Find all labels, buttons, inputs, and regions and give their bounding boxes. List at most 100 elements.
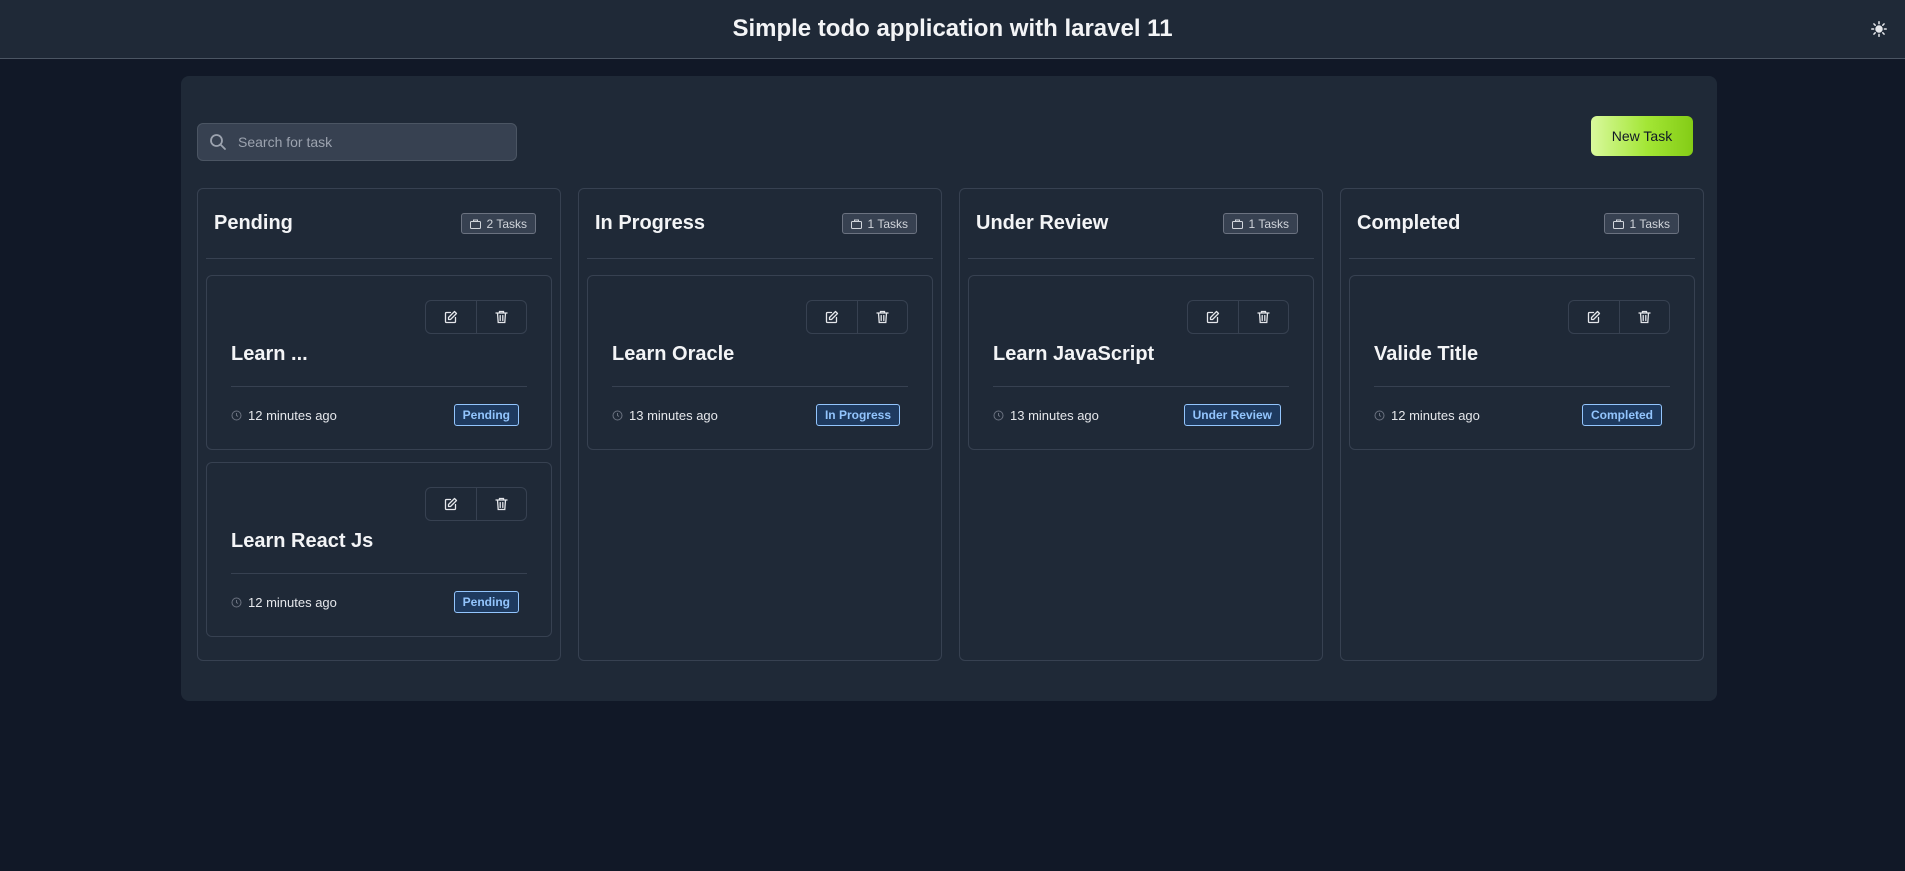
edit-button[interactable] <box>1569 301 1619 333</box>
task-board: New Task Pending 2 Tasks Learn ... <box>181 76 1717 701</box>
divider <box>231 386 527 387</box>
delete-button[interactable] <box>476 488 526 520</box>
column-in-progress: In Progress 1 Tasks Learn Oracle 13 minu… <box>578 188 942 661</box>
delete-button[interactable] <box>1619 301 1669 333</box>
delete-button[interactable] <box>1238 301 1288 333</box>
card-list: Valide Title 12 minutes ago Completed <box>1349 259 1695 450</box>
trash-icon <box>1257 310 1270 324</box>
new-task-button[interactable]: New Task <box>1591 116 1693 156</box>
briefcase-icon <box>1612 219 1624 229</box>
delete-button[interactable] <box>857 301 907 333</box>
task-title: Learn React Js <box>231 530 374 552</box>
theme-toggle-button[interactable] <box>1867 17 1891 41</box>
briefcase-icon <box>469 219 481 229</box>
task-title: Learn ... <box>231 343 308 365</box>
edit-button[interactable] <box>426 488 476 520</box>
task-card[interactable]: Learn ... 12 minutes ago Pending <box>206 275 552 450</box>
card-actions <box>806 300 908 334</box>
timestamp-text: 13 minutes ago <box>1010 407 1099 423</box>
edit-button[interactable] <box>1188 301 1238 333</box>
search-input[interactable] <box>238 124 516 160</box>
status-badge: Pending <box>453 591 519 613</box>
sun-icon <box>1871 21 1887 37</box>
card-footer: 12 minutes ago Pending <box>231 404 519 426</box>
task-count-text: 1 Tasks <box>1248 216 1289 231</box>
column-completed: Completed 1 Tasks Valide Title 12 minute… <box>1340 188 1704 661</box>
task-count-badge: 1 Tasks <box>841 213 917 234</box>
timestamp: 12 minutes ago <box>231 595 337 610</box>
card-footer: 13 minutes ago Under Review <box>993 404 1281 426</box>
card-footer: 12 minutes ago Pending <box>231 591 519 613</box>
edit-icon <box>444 497 458 511</box>
edit-icon <box>1587 310 1601 324</box>
columns-container: Pending 2 Tasks Learn ... 12 minutes ago… <box>197 188 1704 661</box>
card-actions <box>425 300 527 334</box>
column-title: In Progress <box>595 212 706 234</box>
task-count-badge: 1 Tasks <box>1603 213 1679 234</box>
edit-icon <box>1206 310 1220 324</box>
column-pending: Pending 2 Tasks Learn ... 12 minutes ago… <box>197 188 561 661</box>
timestamp-text: 13 minutes ago <box>629 407 718 423</box>
column-title: Pending <box>214 212 293 234</box>
search-icon <box>198 124 238 160</box>
card-list: Learn JavaScript 13 minutes ago Under Re… <box>968 259 1314 450</box>
column-title: Completed <box>1357 212 1461 234</box>
card-list: Learn ... 12 minutes ago Pending Learn R… <box>206 259 552 637</box>
task-card[interactable]: Valide Title 12 minutes ago Completed <box>1349 275 1695 450</box>
task-count-badge: 2 Tasks <box>460 213 536 234</box>
card-footer: 12 minutes ago Completed <box>1374 404 1662 426</box>
trash-icon <box>1638 310 1651 324</box>
timestamp-text: 12 minutes ago <box>248 407 337 423</box>
task-card[interactable]: Learn React Js 12 minutes ago Pending <box>206 462 552 637</box>
search-box <box>197 123 517 161</box>
divider <box>231 573 527 574</box>
clock-icon <box>612 410 623 420</box>
trash-icon <box>495 497 508 511</box>
trash-icon <box>876 310 889 324</box>
task-title: Valide Title <box>1374 343 1479 365</box>
page-title: Simple todo application with laravel 11 <box>732 15 1173 42</box>
column-header: Completed 1 Tasks <box>1349 189 1695 259</box>
column-under-review: Under Review 1 Tasks Learn JavaScript 13… <box>959 188 1323 661</box>
briefcase-icon <box>1231 219 1243 229</box>
column-header: In Progress 1 Tasks <box>587 189 933 259</box>
status-badge: Completed <box>1581 404 1662 426</box>
task-count-badge: 1 Tasks <box>1222 213 1298 234</box>
clock-icon <box>231 597 242 607</box>
card-actions <box>425 487 527 521</box>
divider <box>1374 386 1670 387</box>
task-title: Learn Oracle <box>612 343 735 365</box>
card-actions <box>1568 300 1670 334</box>
clock-icon <box>993 410 1004 420</box>
task-card[interactable]: Learn Oracle 13 minutes ago In Progress <box>587 275 933 450</box>
timestamp-text: 12 minutes ago <box>248 594 337 610</box>
edit-button[interactable] <box>426 301 476 333</box>
column-header: Pending 2 Tasks <box>206 189 552 259</box>
column-header: Under Review 1 Tasks <box>968 189 1314 259</box>
timestamp: 12 minutes ago <box>1374 408 1480 423</box>
column-title: Under Review <box>976 212 1109 234</box>
status-badge: Under Review <box>1183 404 1281 426</box>
briefcase-icon <box>850 219 862 229</box>
timestamp: 13 minutes ago <box>993 408 1099 423</box>
timestamp: 12 minutes ago <box>231 408 337 423</box>
status-badge: Pending <box>453 404 519 426</box>
task-count-text: 2 Tasks <box>486 216 527 231</box>
edit-icon <box>825 310 839 324</box>
task-card[interactable]: Learn JavaScript 13 minutes ago Under Re… <box>968 275 1314 450</box>
clock-icon <box>1374 410 1385 420</box>
edit-icon <box>444 310 458 324</box>
delete-button[interactable] <box>476 301 526 333</box>
clock-icon <box>231 410 242 420</box>
top-bar: Simple todo application with laravel 11 <box>0 0 1905 59</box>
divider <box>993 386 1289 387</box>
timestamp: 13 minutes ago <box>612 408 718 423</box>
edit-button[interactable] <box>807 301 857 333</box>
task-count-text: 1 Tasks <box>1629 216 1670 231</box>
timestamp-text: 12 minutes ago <box>1391 407 1480 423</box>
trash-icon <box>495 310 508 324</box>
card-actions <box>1187 300 1289 334</box>
divider <box>612 386 908 387</box>
status-badge: In Progress <box>815 404 900 426</box>
card-list: Learn Oracle 13 minutes ago In Progress <box>587 259 933 450</box>
